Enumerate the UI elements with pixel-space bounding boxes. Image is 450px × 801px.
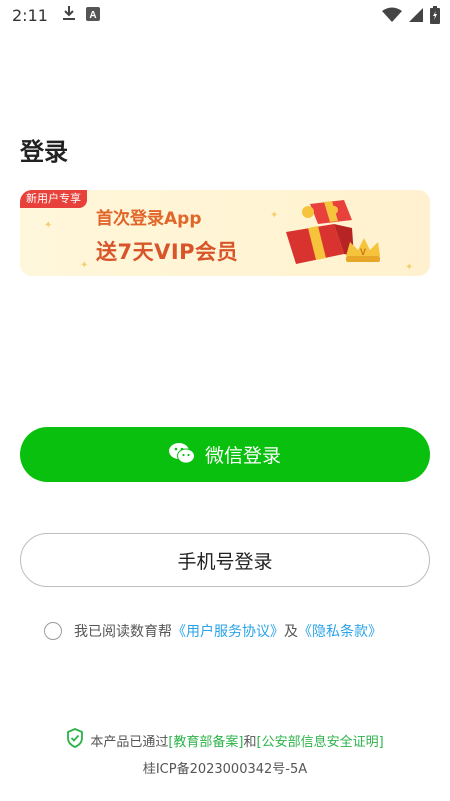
agreement-prefix: 我已阅读数育帮 <box>74 624 172 640</box>
phone-login-button[interactable]: 手机号登录 <box>20 533 430 587</box>
gift-box-crown-icon: V <box>280 198 390 272</box>
agreement-text: 我已阅读数育帮《用户服务协议》及《隐私条款》 <box>74 621 382 641</box>
banner-offer: 送7天VIP会员 <box>96 240 239 264</box>
wifi-icon <box>382 7 402 27</box>
vip-promo-banner[interactable]: 新用户专享 ✦ ✦ ✦ ✦ 首次登录App 送7天VIP会员 V <box>20 190 430 276</box>
star-icon: ✦ <box>270 210 279 221</box>
user-agreement-link[interactable]: 《用户服务协议》 <box>172 624 284 640</box>
certification-notice: 本产品已通过[教育部备案]和[公安部信息安全证明] <box>0 728 450 752</box>
wechat-login-label: 微信登录 <box>204 446 281 467</box>
agreement-radio[interactable] <box>44 622 62 640</box>
security-cert-link[interactable]: [公安部信息安全证明] <box>257 735 384 750</box>
wechat-login-button[interactable]: 微信登录 <box>20 427 430 482</box>
edu-record-link[interactable]: [教育部备案] <box>168 735 243 750</box>
star-icon: ✦ <box>44 220 53 231</box>
privacy-policy-link[interactable]: 《隐私条款》 <box>298 624 382 640</box>
battery-icon <box>430 6 440 28</box>
certification-and: 和 <box>243 734 257 750</box>
agreement-conjunction: 及 <box>284 624 298 640</box>
certification-prefix: 本产品已通过 <box>90 734 169 750</box>
svg-text:A: A <box>89 10 96 21</box>
star-icon: ✦ <box>405 262 414 273</box>
shield-check-icon <box>66 728 84 752</box>
page-title: 登录 <box>20 138 68 166</box>
star-icon: ✦ <box>80 260 89 271</box>
status-bar: 2:11 A <box>0 0 450 30</box>
status-time: 2:11 <box>12 5 48 25</box>
icp-number: 桂ICP备2023000342号-5A <box>142 762 308 777</box>
download-icon <box>62 5 76 25</box>
a-box-icon: A <box>85 6 100 25</box>
signal-icon <box>408 7 424 27</box>
agreement-row: 我已阅读数育帮《用户服务协议》及《隐私条款》 <box>44 621 382 641</box>
banner-headline: 首次登录App <box>96 209 202 229</box>
new-user-badge: 新用户专享 <box>20 190 87 208</box>
phone-login-label: 手机号登录 <box>177 551 273 573</box>
wechat-icon <box>168 442 195 467</box>
svg-text:V: V <box>360 247 366 257</box>
